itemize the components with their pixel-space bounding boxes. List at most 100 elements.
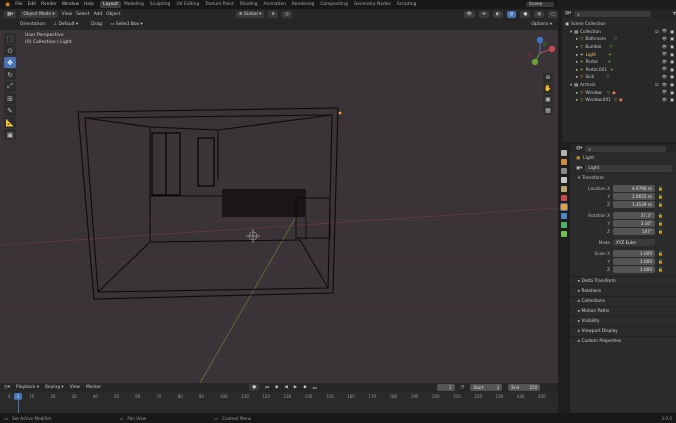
- expand-icon[interactable]: ▾: [570, 82, 572, 87]
- outliner-item-sink[interactable]: ▸ ▽ Sink ▽ 👁 ▣: [565, 73, 674, 81]
- cursor-tool-icon[interactable]: ⊙: [4, 45, 16, 56]
- mode-dropdown[interactable]: Object Mode ▾: [20, 10, 58, 18]
- scale-z-field[interactable]: 1.000: [613, 265, 655, 273]
- outliner-search[interactable]: ⌕: [574, 10, 652, 18]
- checkbox-icon[interactable]: ☑: [655, 29, 659, 34]
- lock-icon[interactable]: 🔓: [658, 186, 663, 191]
- expand-icon[interactable]: ▸: [576, 90, 578, 95]
- eye-icon[interactable]: 👁: [662, 89, 667, 95]
- physics-tab-icon[interactable]: [561, 213, 567, 219]
- tab-geometry-nodes[interactable]: Geometry Nodes: [351, 1, 394, 8]
- relations-panel[interactable]: ▸ Relations: [562, 286, 676, 296]
- expand-icon[interactable]: ▾: [570, 29, 572, 34]
- scale-tool-icon[interactable]: ⤢: [4, 81, 16, 92]
- checkbox-icon[interactable]: ☑: [655, 82, 659, 87]
- menu-select[interactable]: Select: [76, 12, 90, 17]
- outliner-item-light[interactable]: ▸ ✶ Light ✶ 👁 ▣: [565, 50, 674, 58]
- properties-editor-icon[interactable]: ▤▾: [576, 146, 582, 151]
- next-key-icon[interactable]: ◆: [303, 385, 306, 390]
- options-button[interactable]: Options ▾: [531, 22, 552, 27]
- shading-rendered-icon[interactable]: ○: [548, 10, 558, 18]
- menu-file[interactable]: File: [15, 2, 22, 7]
- outliner-root[interactable]: ▣ Scene Collection: [565, 20, 674, 28]
- outliner-item-archviz[interactable]: ▾ ▤ Archviz ☑ 👁 ▣: [565, 81, 674, 89]
- eye-icon[interactable]: 👁: [662, 74, 667, 80]
- add-cube-tool-icon[interactable]: ▣: [4, 129, 16, 140]
- outliner-item-bumbie[interactable]: ▸ ▽ Bumbie ▽ 👁 ▣: [565, 43, 674, 51]
- menu-object[interactable]: Object: [106, 12, 120, 17]
- lock-icon[interactable]: 🔓: [658, 229, 663, 234]
- navigation-gizmo[interactable]: [523, 36, 557, 70]
- transform-tool-icon[interactable]: ⊞: [4, 93, 16, 104]
- lock-icon[interactable]: 🔓: [658, 251, 663, 256]
- location-z-field[interactable]: 1.3539 m: [613, 200, 655, 208]
- tab-texture-paint[interactable]: Texture Paint: [202, 1, 236, 8]
- annotate-tool-icon[interactable]: ✎: [4, 105, 16, 116]
- scene-field[interactable]: Scene: [526, 2, 555, 7]
- select-tool-icon[interactable]: ⬚: [4, 33, 16, 44]
- lock-icon[interactable]: 🔓: [658, 213, 663, 218]
- menu-view[interactable]: View: [62, 12, 72, 17]
- tab-compositing[interactable]: Compositing: [317, 1, 351, 8]
- tab-modeling[interactable]: Modeling: [121, 1, 147, 8]
- menu-marker[interactable]: Marker: [86, 385, 101, 390]
- rotation-z-field[interactable]: 107°: [613, 227, 655, 235]
- tab-animation[interactable]: Animation: [261, 1, 289, 8]
- camera-icon[interactable]: ▣: [670, 74, 674, 79]
- location-y-field[interactable]: 1.0655 m: [613, 192, 655, 200]
- scale-y-field[interactable]: 1.000: [613, 257, 655, 265]
- outliner-item-portal[interactable]: ▸ ✶ Portal ✶ 👁 ▣: [565, 58, 674, 66]
- measure-tool-icon[interactable]: 📐: [4, 117, 16, 128]
- constraints-tab-icon[interactable]: [561, 222, 567, 228]
- tab-uv-editing[interactable]: UV Editing: [173, 1, 202, 8]
- proportional-edit-icon[interactable]: ◎: [282, 10, 292, 18]
- visibility-icon[interactable]: 👁: [463, 10, 476, 18]
- outliner-item-window-001[interactable]: ▸ ▽ Window.001 ▽ ● 👁 ▣: [565, 96, 674, 104]
- scene-selector[interactable]: Scene: [526, 1, 555, 8]
- object-data-tab-icon[interactable]: [561, 231, 567, 237]
- play-icon[interactable]: ▶: [294, 385, 297, 390]
- grid-icon[interactable]: ▦: [543, 106, 553, 115]
- camera-icon[interactable]: ▣: [670, 52, 674, 57]
- shading-solid-icon[interactable]: ●: [520, 10, 531, 18]
- outliner-item-portal-001[interactable]: ▸ ✶ Portal.001 ✶ 👁 ▣: [565, 66, 674, 74]
- camera-icon[interactable]: ▣: [670, 29, 674, 34]
- overlay-icon[interactable]: ◐: [492, 10, 503, 18]
- menu-playback[interactable]: Playback ▾: [16, 385, 39, 390]
- filter-icon[interactable]: ⧩: [672, 11, 676, 17]
- eye-icon[interactable]: 👁: [662, 28, 667, 34]
- outliner-item-window[interactable]: ▸ ▽ Window ▽ ● 👁 ▣: [565, 88, 674, 96]
- pan-hand-icon[interactable]: ✋: [543, 84, 553, 93]
- expand-icon[interactable]: ▸: [576, 97, 578, 102]
- gizmo-x-icon[interactable]: [548, 45, 556, 53]
- object-name-field[interactable]: Light: [585, 164, 672, 172]
- tab-sculpting[interactable]: Sculpting: [147, 1, 174, 8]
- rotate-tool-icon[interactable]: ↻: [4, 69, 16, 80]
- camera-icon[interactable]: ▣: [670, 90, 674, 95]
- rotation-x-field[interactable]: 37.3°: [613, 211, 655, 219]
- shading-wireframe-icon[interactable]: ◎: [506, 10, 517, 18]
- expand-icon[interactable]: ▸: [576, 67, 578, 72]
- menu-keying[interactable]: Keying ▾: [45, 385, 63, 390]
- outliner-display-icon[interactable]: ▤▾: [565, 11, 571, 16]
- zoom-icon[interactable]: ⊕: [543, 73, 553, 82]
- timeline-ruler[interactable]: 0 10 20 30 40 50 60 70 80 90 100 110 120 130 140 150 160…: [0, 392, 558, 413]
- properties-search[interactable]: ⌕: [585, 145, 666, 153]
- tab-layout[interactable]: Layout: [100, 1, 121, 8]
- transform-orientation-dropdown[interactable]: ⊕ Global ▾: [235, 10, 265, 18]
- menu-render[interactable]: Render: [41, 2, 57, 7]
- tab-scripting[interactable]: Scripting: [394, 1, 420, 8]
- delta-transform-panel[interactable]: ▸ Delta Transform: [562, 276, 676, 286]
- collections-panel[interactable]: ▸ Collections: [562, 296, 676, 306]
- editor-type-button[interactable]: ▦▾: [4, 10, 17, 18]
- object-tab-icon[interactable]: [560, 203, 568, 211]
- prev-key-icon[interactable]: ◆: [275, 385, 278, 390]
- gizmo-icon[interactable]: ✣: [479, 10, 489, 18]
- scene-tab-icon[interactable]: [561, 186, 567, 192]
- view-layer-tab-icon[interactable]: [561, 177, 567, 183]
- world-tab-icon[interactable]: [561, 195, 567, 201]
- camera-icon[interactable]: ▣: [543, 95, 553, 104]
- tool-tab-icon[interactable]: [561, 150, 567, 156]
- jump-end-icon[interactable]: ⏭: [313, 385, 317, 391]
- 3d-viewport[interactable]: User Perspective (0) Collection | Light …: [0, 30, 558, 383]
